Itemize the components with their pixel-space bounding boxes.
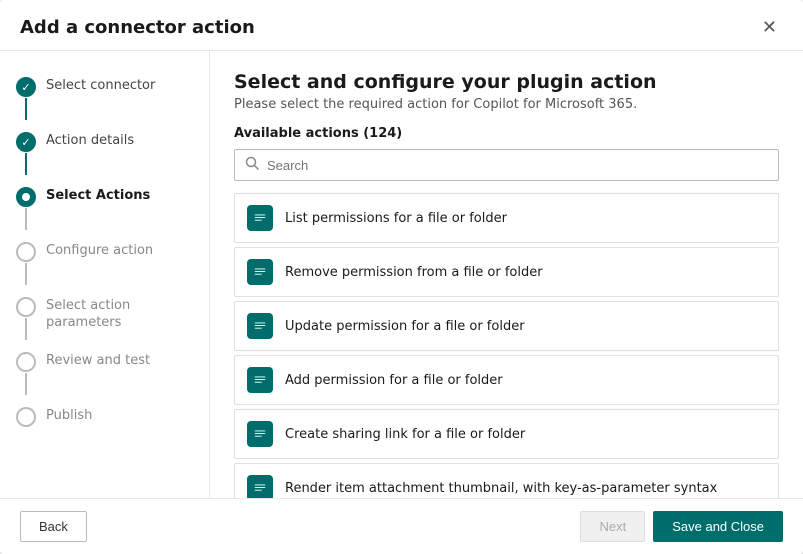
step-label-review-and-test: Review and test (46, 352, 150, 370)
step-indicator-col-5 (16, 297, 36, 340)
step-circle-configure-action (16, 242, 36, 262)
step-label-publish: Publish (46, 407, 92, 425)
main-content: Select and configure your plugin action … (210, 51, 803, 498)
main-subtitle: Please select the required action for Co… (234, 97, 779, 112)
close-button[interactable]: ✕ (756, 16, 783, 38)
action-icon-2 (247, 313, 273, 339)
step-indicator-col-6 (16, 352, 36, 395)
action-icon-4 (247, 421, 273, 447)
action-label-4: Create sharing link for a file or folder (285, 427, 525, 442)
step-indicator-col-4 (16, 242, 36, 285)
step-line-3 (25, 208, 27, 230)
actions-list: List permissions for a file or folder Re… (234, 193, 779, 498)
sidebar-item-configure-action[interactable]: Configure action (0, 236, 209, 291)
step-label-select-actions: Select Actions (46, 187, 150, 205)
step-label-select-action-parameters: Select action parameters (46, 297, 193, 332)
action-label-1: Remove permission from a file or folder (285, 265, 543, 280)
sidebar-item-select-actions[interactable]: Select Actions (0, 181, 209, 236)
step-circle-publish (16, 407, 36, 427)
next-button: Next (580, 511, 645, 542)
action-label-3: Add permission for a file or folder (285, 373, 503, 388)
main-title: Select and configure your plugin action (234, 71, 779, 93)
step-indicator-col: ✓ (16, 77, 36, 120)
list-item[interactable]: Add permission for a file or folder (234, 355, 779, 405)
step-label-action-details: Action details (46, 132, 134, 150)
sidebar-item-select-action-parameters[interactable]: Select action parameters (0, 291, 209, 346)
dialog-body: ✓ Select connector ✓ Action details (0, 51, 803, 498)
list-item[interactable]: Remove permission from a file or folder (234, 247, 779, 297)
step-line-5 (25, 318, 27, 340)
step-label-configure-action: Configure action (46, 242, 153, 260)
step-circle-review-and-test (16, 352, 36, 372)
sidebar-item-select-connector[interactable]: ✓ Select connector (0, 71, 209, 126)
step-circle-select-action-parameters (16, 297, 36, 317)
back-button[interactable]: Back (20, 511, 87, 542)
step-line-6 (25, 373, 27, 395)
action-icon-0 (247, 205, 273, 231)
step-line (25, 98, 27, 120)
step-circle-select-connector: ✓ (16, 77, 36, 97)
step-line-4 (25, 263, 27, 285)
dialog-title: Add a connector action (20, 17, 255, 38)
search-box (234, 149, 779, 181)
step-line-2 (25, 153, 27, 175)
step-circle-select-actions (16, 187, 36, 207)
list-item[interactable]: Render item attachment thumbnail, with k… (234, 463, 779, 498)
action-label-2: Update permission for a file or folder (285, 319, 525, 334)
search-icon (245, 156, 259, 174)
action-label-0: List permissions for a file or folder (285, 211, 507, 226)
list-item[interactable]: Create sharing link for a file or folder (234, 409, 779, 459)
step-indicator-col-2: ✓ (16, 132, 36, 175)
dialog-footer: Back Next Save and Close (0, 498, 803, 554)
step-indicator-col-3 (16, 187, 36, 230)
list-item[interactable]: List permissions for a file or folder (234, 193, 779, 243)
add-connector-action-dialog: Add a connector action ✕ ✓ Select connec… (0, 0, 803, 554)
search-input[interactable] (267, 158, 768, 173)
sidebar: ✓ Select connector ✓ Action details (0, 51, 210, 498)
step-circle-action-details: ✓ (16, 132, 36, 152)
step-label-select-connector: Select connector (46, 77, 155, 95)
available-label: Available actions (124) (234, 126, 779, 141)
action-icon-3 (247, 367, 273, 393)
action-icon-5 (247, 475, 273, 498)
dialog-header: Add a connector action ✕ (0, 0, 803, 51)
step-indicator-col-7 (16, 407, 36, 427)
save-and-close-button[interactable]: Save and Close (653, 511, 783, 542)
sidebar-item-action-details[interactable]: ✓ Action details (0, 126, 209, 181)
footer-right: Next Save and Close (580, 511, 783, 542)
sidebar-item-review-and-test[interactable]: Review and test (0, 346, 209, 401)
list-item[interactable]: Update permission for a file or folder (234, 301, 779, 351)
sidebar-item-publish[interactable]: Publish (0, 401, 209, 433)
action-label-5: Render item attachment thumbnail, with k… (285, 481, 717, 496)
action-icon-1 (247, 259, 273, 285)
